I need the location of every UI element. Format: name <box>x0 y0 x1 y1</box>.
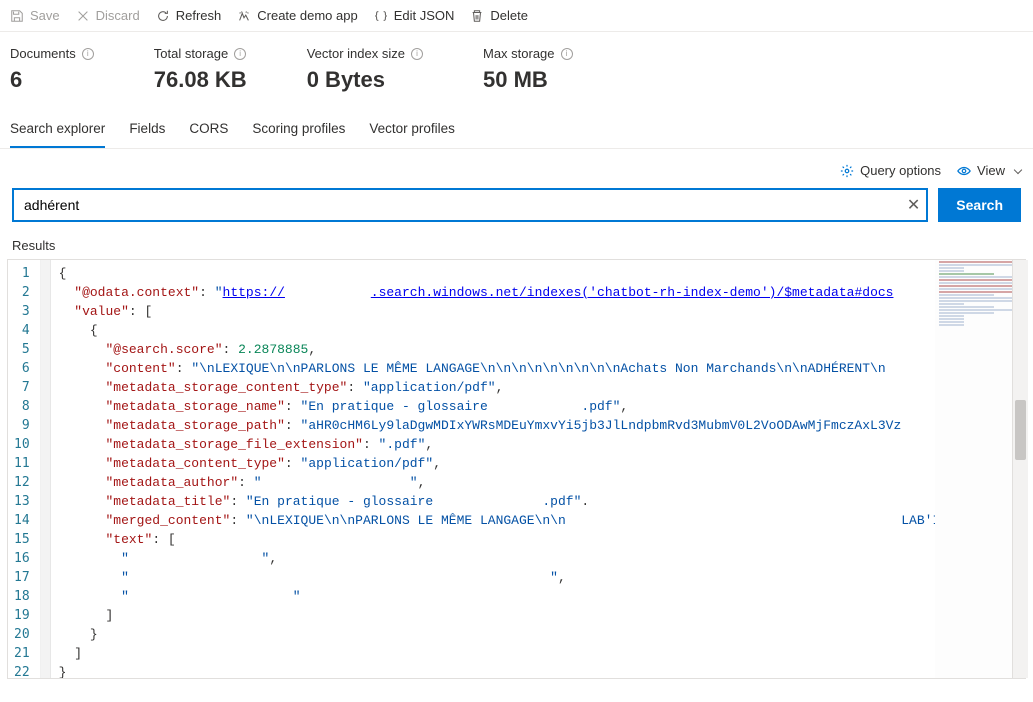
json-string <box>129 589 293 604</box>
json-key: value <box>82 304 121 319</box>
query-options-label: Query options <box>860 163 941 178</box>
search-input[interactable] <box>12 188 928 222</box>
chevron-down-icon <box>1014 165 1022 173</box>
toolbar: Save Discard Refresh Create demo app Edi… <box>0 0 1033 32</box>
json-string: \nLEXIQUE\n\nPARLONS LE MÊME LANGAGE\n\n… <box>199 361 886 376</box>
edit-json-label: Edit JSON <box>394 8 455 23</box>
refresh-label: Refresh <box>176 8 222 23</box>
save-button[interactable]: Save <box>10 8 60 23</box>
edit-json-button[interactable]: Edit JSON <box>374 8 455 23</box>
edit-json-icon <box>374 9 388 23</box>
json-key: metadata_storage_path <box>113 418 277 433</box>
query-row: Query options View <box>0 149 1033 188</box>
gear-icon <box>840 164 854 178</box>
json-string <box>262 475 410 490</box>
tab-fields[interactable]: Fields <box>129 111 165 148</box>
create-demo-button[interactable]: Create demo app <box>237 8 357 23</box>
vector-index-size-label: Vector index size <box>307 46 405 61</box>
json-string: En pratique - glossaire .pdf <box>254 494 574 509</box>
info-icon[interactable]: i <box>411 48 423 60</box>
max-storage-value: 50 MB <box>483 67 573 93</box>
discard-label: Discard <box>96 8 140 23</box>
code-area[interactable]: { "@odata.context": "https:// .search.wi… <box>51 260 935 678</box>
tab-cors[interactable]: CORS <box>189 111 228 148</box>
scrollbar-thumb[interactable] <box>1015 400 1026 460</box>
total-storage-label: Total storage <box>154 46 228 61</box>
json-key: @search.score <box>113 342 214 357</box>
search-button[interactable]: Search <box>938 188 1021 222</box>
json-string: aHR0cHM6Ly9laDgwMDIxYWRsMDEuYmxvYi5jb3Jl… <box>308 418 901 433</box>
json-key: metadata_author <box>113 475 230 490</box>
stat-vector-index-size: Vector index size i 0 Bytes <box>307 46 423 93</box>
json-string: application/pdf <box>308 456 425 471</box>
search-wrap: ✕ <box>12 188 928 222</box>
json-key: metadata_storage_file_extension <box>113 437 355 452</box>
documents-value: 6 <box>10 67 94 93</box>
json-number: 2.2878885 <box>238 342 308 357</box>
view-button[interactable]: View <box>957 163 1021 178</box>
json-key: metadata_content_type <box>113 456 277 471</box>
view-label: View <box>977 163 1005 178</box>
json-key: content <box>113 361 168 376</box>
line-gutter: 12345678910111213141516171819202122 <box>8 260 41 678</box>
eye-icon <box>957 164 971 178</box>
json-link[interactable]: https:// <box>223 285 285 300</box>
json-string: En pratique - glossaire .pdf <box>308 399 612 414</box>
json-string <box>129 551 262 566</box>
info-icon[interactable]: i <box>561 48 573 60</box>
discard-button[interactable]: Discard <box>76 8 140 23</box>
query-options-button[interactable]: Query options <box>840 163 941 178</box>
documents-label: Documents <box>10 46 76 61</box>
fold-gutter <box>41 260 51 678</box>
delete-icon <box>470 9 484 23</box>
json-key: @odata.context <box>82 285 191 300</box>
save-icon <box>10 9 24 23</box>
stat-total-storage: Total storage i 76.08 KB <box>154 46 247 93</box>
discard-icon <box>76 9 90 23</box>
tab-search-explorer[interactable]: Search explorer <box>10 111 105 148</box>
clear-input-button[interactable]: ✕ <box>907 195 920 215</box>
max-storage-label: Max storage <box>483 46 555 61</box>
delete-label: Delete <box>490 8 528 23</box>
json-link[interactable]: .search.windows.net/indexes('chatbot-rh-… <box>371 285 894 300</box>
json-string <box>129 570 550 585</box>
results-editor: 12345678910111213141516171819202122 { "@… <box>7 259 1026 679</box>
save-label: Save <box>30 8 60 23</box>
delete-button[interactable]: Delete <box>470 8 528 23</box>
stat-documents: Documents i 6 <box>10 46 94 93</box>
tabs: Search explorer Fields CORS Scoring prof… <box>0 111 1033 149</box>
refresh-button[interactable]: Refresh <box>156 8 222 23</box>
json-key: text <box>113 532 144 547</box>
stat-max-storage: Max storage i 50 MB <box>483 46 573 93</box>
vector-index-size-value: 0 Bytes <box>307 67 423 93</box>
json-string: application/pdf <box>371 380 488 395</box>
json-key: metadata_storage_name <box>113 399 277 414</box>
create-demo-label: Create demo app <box>257 8 357 23</box>
tab-scoring-profiles[interactable]: Scoring profiles <box>252 111 345 148</box>
json-string: \nLEXIQUE\n\nPARLONS LE MÊME LANGAGE\n\n… <box>254 513 935 528</box>
json-key: merged_content <box>113 513 222 528</box>
json-string: .pdf <box>386 437 417 452</box>
tab-vector-profiles[interactable]: Vector profiles <box>369 111 455 148</box>
info-icon[interactable]: i <box>82 48 94 60</box>
stats-bar: Documents i 6 Total storage i 76.08 KB Vec… <box>0 32 1033 111</box>
refresh-icon <box>156 9 170 23</box>
total-storage-value: 76.08 KB <box>154 67 247 93</box>
results-label: Results <box>0 236 1033 259</box>
search-row: ✕ Search <box>0 188 1033 236</box>
info-icon[interactable]: i <box>234 48 246 60</box>
scrollbar[interactable] <box>1012 260 1028 678</box>
create-demo-icon <box>237 9 251 23</box>
json-key: metadata_storage_content_type <box>113 380 339 395</box>
json-key: metadata_title <box>113 494 222 509</box>
